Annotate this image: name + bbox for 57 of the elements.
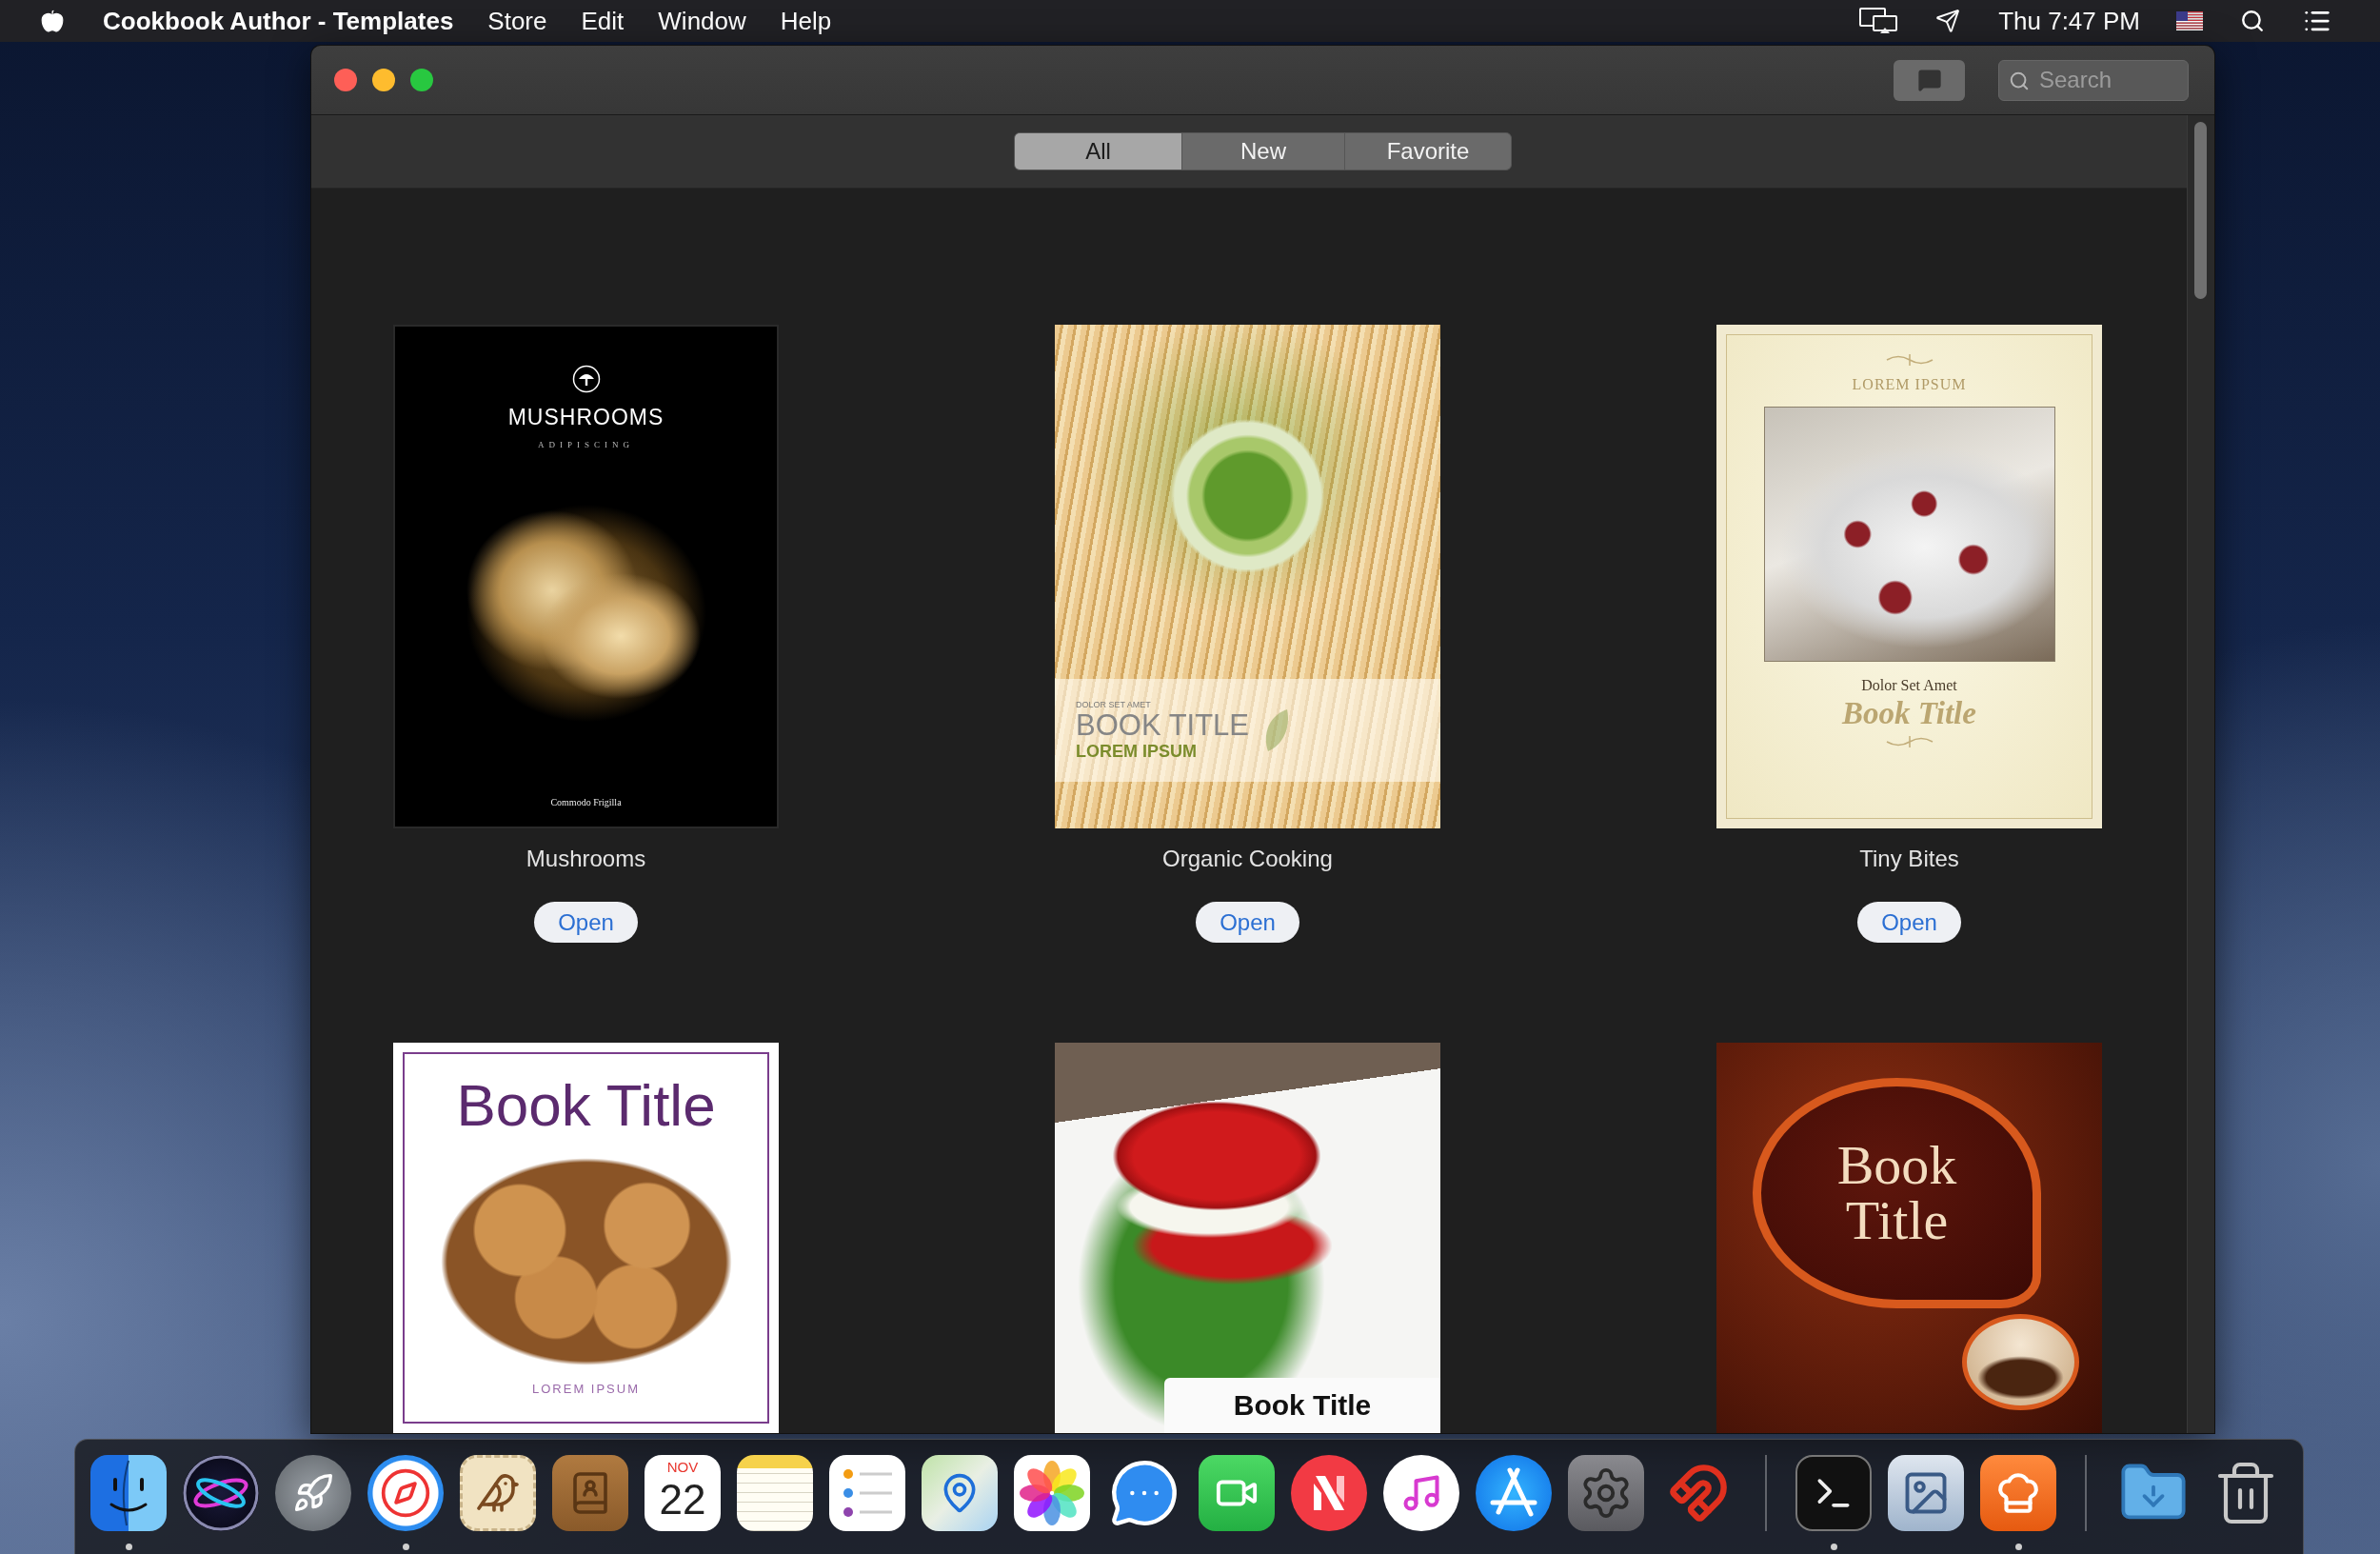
display-icon[interactable] [1859, 8, 1898, 34]
cover-title: Book Title [1842, 696, 1976, 731]
close-button[interactable] [334, 69, 357, 91]
video-camera-icon[interactable] [1199, 1455, 1275, 1531]
menu-item[interactable]: Store [470, 0, 565, 42]
flourish-icon [1885, 735, 1934, 748]
cover-subtitle: ADIPISCING [538, 440, 634, 449]
search-icon[interactable] [2239, 8, 2266, 34]
cover-subtitle: Dolor Set Amet [1861, 677, 1957, 694]
cover-kicker: DOLOR SET AMET [1076, 700, 1152, 709]
menu-item[interactable]: Edit [564, 0, 642, 42]
app-menu[interactable]: Cookbook Author - Templates [86, 0, 471, 42]
filter-tab[interactable]: Favorite [1345, 133, 1511, 169]
bird-stamp-icon[interactable] [460, 1455, 536, 1531]
cover-subtitle: LOREM IPSUM [1076, 742, 1198, 761]
smiling-face-icon[interactable] [90, 1455, 167, 1531]
scrollbar-thumb[interactable] [2194, 122, 2207, 299]
cover-author: Commodo Frigilla [550, 797, 622, 807]
calendar-day: 22 [659, 1476, 706, 1524]
template-name: Mushrooms [526, 846, 646, 872]
cover-subtitle: LOREM IPSUM [532, 1382, 640, 1396]
speech-bubble-icon [1916, 69, 1942, 91]
flourish-icon [1885, 353, 1934, 367]
calendar-icon[interactable]: NOV 22 [645, 1455, 721, 1531]
open-button[interactable]: Open [1196, 902, 1299, 943]
minimize-button[interactable] [372, 69, 395, 91]
map-pin-icon[interactable] [922, 1455, 998, 1531]
menu-item[interactable]: Window [641, 0, 764, 42]
apple-icon[interactable] [40, 8, 65, 34]
flag-icon[interactable] [2176, 11, 2203, 30]
cover-title: BOOK TITLE [1076, 709, 1250, 742]
template-name: Tiny Bites [1859, 846, 1959, 872]
search-field[interactable]: Search [1998, 59, 2189, 101]
open-button[interactable]: Open [534, 902, 638, 943]
checklist-icon[interactable] [829, 1455, 905, 1531]
cover-title: Book Title [1233, 1389, 1372, 1422]
chef-hat-icon[interactable] [1980, 1455, 2056, 1531]
clock-text[interactable]: Thu 7:47 PM [1998, 6, 2140, 36]
search-icon [2009, 70, 2030, 91]
image-icon[interactable] [1888, 1455, 1964, 1531]
notepad-icon[interactable] [737, 1455, 813, 1531]
zoom-button[interactable] [410, 69, 433, 91]
menu-item[interactable]: Help [763, 0, 849, 42]
gear-icon[interactable] [1568, 1455, 1644, 1531]
terminal-icon[interactable] [1795, 1455, 1872, 1531]
cover-title: Book Title [1835, 1138, 1958, 1248]
mushroom-logo-icon [571, 365, 601, 393]
flower-icon[interactable] [1014, 1455, 1090, 1531]
calendar-month: NOV [666, 1459, 699, 1476]
filter-tab[interactable]: All [1015, 133, 1181, 169]
cover-kicker: LOREM IPSUM [1852, 376, 1967, 393]
filter-tab[interactable]: New [1182, 133, 1344, 169]
address-book-icon[interactable] [552, 1455, 628, 1531]
open-button[interactable]: Open [1857, 902, 1961, 943]
cover-title: Book Title [456, 1071, 716, 1140]
cover-title: MUSHROOMS [507, 405, 664, 430]
template-name: Organic Cooking [1162, 846, 1333, 872]
